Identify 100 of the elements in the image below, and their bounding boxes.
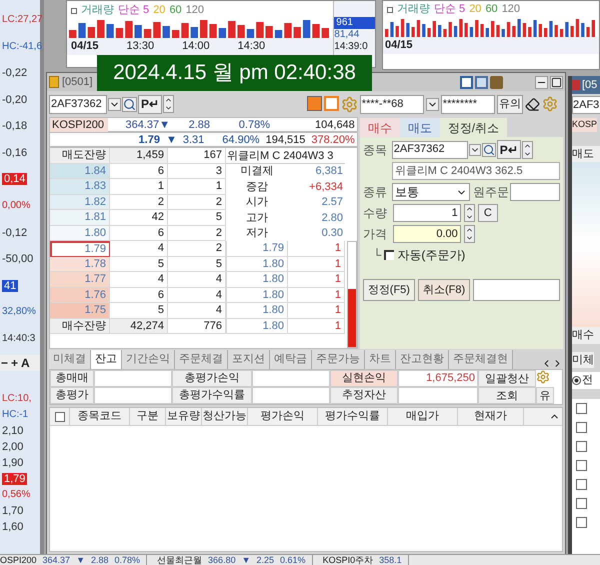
time-label: 14:40:3 <box>2 332 36 345</box>
table-cell: 4 <box>168 272 226 288</box>
column-header: 현재가 <box>458 408 524 425</box>
zoom-button[interactable]: − <box>1 357 8 369</box>
checkbox[interactable] <box>576 460 587 470</box>
table-cell: 42,274 <box>110 318 168 334</box>
axis-label: -0,12 <box>2 226 28 239</box>
eraser-icon[interactable] <box>524 96 540 112</box>
password-field[interactable]: ******** <box>440 94 495 114</box>
tree-line: └ <box>372 247 382 264</box>
tab[interactable]: 주문체결 <box>175 350 228 369</box>
dropdown-icon[interactable] <box>426 98 439 110</box>
legend-label: 120 <box>186 5 204 16</box>
ask-price: 1.80 <box>50 226 110 241</box>
cancel-button[interactable]: 취소(F8) <box>418 279 470 301</box>
search-icon[interactable] <box>122 96 137 112</box>
tab[interactable]: 기간손익 <box>122 350 175 369</box>
query-button[interactable]: 조회 <box>478 387 536 404</box>
down-arrow: ▼ <box>76 555 85 565</box>
checkbox[interactable] <box>576 516 587 528</box>
checkbox[interactable] <box>576 402 587 414</box>
axis-label: 1,90 <box>2 457 24 469</box>
table-cell: 1.80 <box>226 318 288 334</box>
radio-button[interactable] <box>572 376 581 385</box>
notice-button[interactable]: 유 <box>536 387 554 404</box>
table-cell: 1 <box>288 256 345 272</box>
table-cell: 2 <box>168 194 226 210</box>
checkbox[interactable] <box>576 478 587 490</box>
tab[interactable]: 잔고현황 <box>396 350 449 369</box>
code-field[interactable]: 2AF37362 <box>49 94 107 114</box>
spin-buttons[interactable] <box>522 140 533 158</box>
summary-label: 총평가손익 <box>172 370 252 387</box>
dropdown-icon[interactable] <box>108 98 121 110</box>
notice-button[interactable]: 유의 <box>496 94 523 114</box>
price-field[interactable]: 0.00 <box>392 225 461 243</box>
ask-price: 1.81 <box>50 210 110 226</box>
app-icon <box>572 80 580 90</box>
price-change: 3.31 <box>182 133 204 146</box>
table-cell: 4 <box>168 288 226 303</box>
minimize-icon[interactable] <box>535 76 548 88</box>
table-cell: 167 <box>168 148 226 164</box>
legend-label: 거래량 <box>81 5 114 16</box>
checkbox-label: 자동(주문가) <box>397 247 466 264</box>
modify-button[interactable]: 정정(F5) <box>362 279 415 301</box>
status-change: 2.88 <box>90 555 109 565</box>
tab[interactable]: 차트 <box>365 350 396 369</box>
position-button[interactable]: P↵ <box>496 140 521 159</box>
order-tab[interactable]: 매수 <box>360 118 400 137</box>
bid-price: 1.75 <box>50 303 110 318</box>
info-value: 2.80 <box>320 210 344 226</box>
spin-buttons[interactable] <box>163 95 174 113</box>
tab[interactable]: 포지션 <box>228 350 270 369</box>
order-tab[interactable]: 매도 <box>400 118 440 137</box>
column-header: 청산가능 <box>202 408 248 425</box>
liquidate-button[interactable]: 일괄청산 <box>478 370 536 387</box>
type-dropdown[interactable]: 보통 <box>392 183 470 201</box>
zoom-button[interactable]: + <box>11 357 18 369</box>
tab[interactable]: 주문가능 <box>312 350 365 369</box>
checkbox[interactable] <box>384 250 394 260</box>
checkbox[interactable] <box>576 440 587 452</box>
order-tab[interactable]: 정정/취소 <box>440 118 508 137</box>
quantity-field[interactable]: 1 <box>392 204 461 222</box>
summary-value: 1,675,250 <box>398 370 478 387</box>
price-rate: 64.90% <box>222 133 260 146</box>
dropdown-icon[interactable] <box>468 144 481 156</box>
window-icon <box>475 76 488 88</box>
status-value: 364.37 <box>42 555 70 565</box>
axis-label: -0,22 <box>2 67 28 80</box>
spin-buttons[interactable] <box>464 204 475 222</box>
tab[interactable]: 주문체결현 <box>449 350 513 369</box>
status-name: 선물최근월 <box>157 555 202 565</box>
search-icon[interactable] <box>482 142 496 156</box>
info-label: 증감 <box>245 180 269 194</box>
checkbox[interactable] <box>54 412 64 422</box>
index-change: 2.88 <box>188 118 210 133</box>
maximize-icon[interactable] <box>550 76 563 88</box>
checkbox[interactable] <box>576 498 587 508</box>
position-button[interactable]: P↵ <box>138 94 162 114</box>
spin-buttons[interactable] <box>464 225 475 243</box>
axis-label: 2,00 <box>2 441 24 453</box>
bid-price: 1.78 <box>50 256 110 272</box>
original-order-field[interactable] <box>510 183 560 201</box>
clock-display: 2024.4.15 월 pm 02:40:38 <box>97 55 372 91</box>
trade-volume: 194,515 <box>266 133 306 146</box>
code-field[interactable]: 2AF3 <box>572 96 600 114</box>
tab[interactable]: 잔고 <box>91 350 122 369</box>
tab[interactable]: 미체결 <box>49 350 91 369</box>
tab[interactable]: 예탁금 <box>270 350 312 369</box>
volume-tag: 961 <box>334 17 375 29</box>
zoom-button[interactable]: A <box>21 357 30 369</box>
status-rate: 0.78% <box>114 555 140 565</box>
symbol-field[interactable]: 2AF37362 <box>392 140 468 158</box>
clear-button[interactable]: C <box>478 204 498 222</box>
tab[interactable]: 미체 <box>572 352 594 368</box>
index-value: 364.37▼ <box>124 118 170 133</box>
account-field[interactable]: ****-**68 <box>360 94 424 114</box>
table-cell: 2 <box>168 241 226 256</box>
status-value: 358.1 <box>379 555 402 565</box>
table-cell: 1.80 <box>226 288 288 303</box>
checkbox[interactable] <box>576 422 587 432</box>
